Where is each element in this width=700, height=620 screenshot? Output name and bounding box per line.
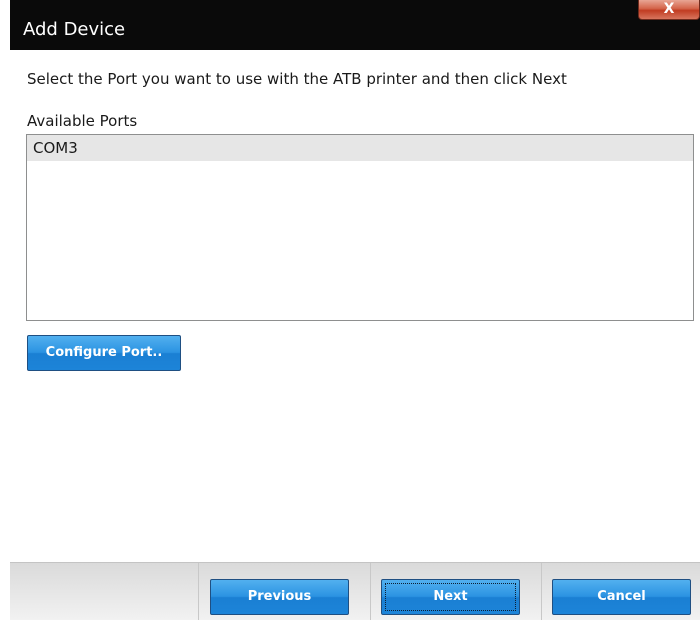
add-device-dialog: Add Device X Select the Port you want to…	[0, 0, 700, 620]
previous-button-label: Previous	[247, 589, 312, 604]
previous-button[interactable]: Previous	[210, 579, 349, 615]
window-edge	[0, 0, 10, 620]
port-item-com3[interactable]: COM3	[27, 135, 693, 161]
cancel-button[interactable]: Cancel	[552, 579, 691, 615]
close-button[interactable]: X	[638, 0, 700, 20]
footer-bar: Previous Next Cancel	[10, 562, 700, 620]
close-icon: X	[663, 1, 675, 17]
instruction-text: Select the Port you want to use with the…	[27, 70, 567, 88]
focus-ring	[385, 583, 516, 611]
footer-divider	[198, 563, 199, 620]
footer-divider	[370, 563, 371, 620]
dialog-content: Select the Port you want to use with the…	[10, 50, 700, 553]
cancel-button-label: Cancel	[597, 589, 646, 604]
configure-port-button[interactable]: Configure Port..	[27, 335, 181, 371]
next-button[interactable]: Next	[381, 579, 520, 615]
title-bar[interactable]: Add Device X	[10, 0, 700, 50]
footer-divider	[541, 563, 542, 620]
available-ports-label: Available Ports	[27, 112, 138, 130]
window-title: Add Device	[23, 19, 126, 40]
available-ports-list[interactable]: COM3	[26, 134, 694, 321]
